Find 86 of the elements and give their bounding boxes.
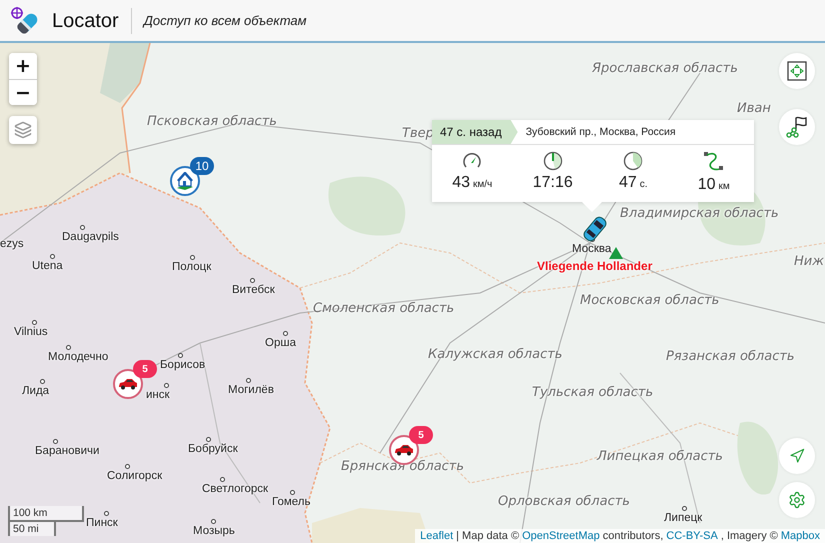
app-title: Locator — [52, 8, 132, 34]
city-dot — [50, 254, 55, 259]
app-subtitle: Доступ ко всем объектам — [144, 13, 307, 28]
route-icon — [702, 151, 725, 173]
scale-imperial: 50 mi — [8, 520, 56, 536]
city-dot — [32, 320, 37, 325]
city-dot — [53, 439, 58, 444]
city-label: Vilnius — [14, 325, 48, 340]
region-label: Смоленская область — [313, 301, 454, 316]
attribution-text: | Map data © — [456, 530, 520, 542]
city-dot — [220, 477, 225, 482]
city-dot — [190, 255, 195, 260]
city-label: Могилёв — [228, 383, 274, 398]
zoom-out-button[interactable]: − — [9, 79, 37, 105]
stat-value: 10 км — [698, 176, 730, 194]
region-label: Московская область — [580, 293, 720, 308]
layers-button[interactable] — [9, 116, 37, 144]
city-label: Барановичи — [35, 444, 100, 459]
city-label: Москва — [572, 242, 612, 257]
attribution-link[interactable]: Leaflet — [420, 530, 454, 542]
city-dot — [211, 519, 216, 524]
settings-icon — [788, 491, 806, 509]
city-dot — [206, 437, 211, 442]
region-label: Владимирская область — [620, 206, 779, 221]
flag-route-icon — [785, 115, 809, 139]
region-label: Липецкая область — [597, 449, 723, 464]
city-label: Daugavpils — [62, 230, 119, 245]
car-icon — [118, 378, 138, 390]
region-label: Калужская область — [428, 347, 562, 362]
car-icon — [394, 444, 414, 456]
city-label: Орша — [265, 336, 296, 351]
city-dot — [246, 378, 251, 383]
city-label: Полоцк — [172, 260, 212, 275]
city-label: Utena — [32, 259, 63, 274]
city-dot — [250, 278, 255, 283]
time-ago: 47 с. назад — [432, 120, 518, 144]
region-label: Псковская область — [147, 114, 277, 129]
zoom-in-button[interactable]: + — [9, 53, 37, 79]
attribution-link[interactable]: CC-BY-SA — [666, 530, 718, 542]
attribution-link[interactable]: OpenStreetMap — [522, 530, 600, 542]
city-dot — [125, 464, 130, 469]
city-label: Борисов — [160, 358, 206, 373]
region-label: Иван — [737, 101, 771, 116]
stat-value: 17:16 — [532, 174, 573, 192]
city-dot — [164, 383, 169, 388]
region-label: Ниж — [794, 254, 824, 269]
city-dot — [66, 345, 71, 350]
region-label: Брянская область — [341, 459, 464, 474]
city-label: Лида — [22, 384, 50, 399]
region-label: Тульская область — [532, 385, 654, 400]
city-dot — [283, 331, 288, 336]
city-label: Молодечно — [48, 350, 108, 365]
city-dot — [40, 379, 45, 384]
fit-bounds-icon — [787, 61, 807, 81]
clock-icon — [542, 151, 563, 171]
city-label: инск — [146, 388, 170, 403]
city-dot — [104, 511, 109, 516]
city-label: Липецк — [664, 511, 702, 526]
city-label: ezys — [0, 237, 24, 252]
city-label: Мозырь — [193, 524, 235, 539]
stat-value: 47 с. — [618, 174, 648, 192]
house-icon — [175, 172, 195, 190]
stat-value: 43 км/ч — [452, 174, 492, 192]
city-label: Гомель — [272, 495, 310, 510]
city-dot — [178, 353, 183, 358]
city-label: Солигорск — [107, 469, 162, 484]
city-label: Пинск — [86, 516, 118, 531]
attribution-text: contributors, — [602, 530, 664, 542]
vehicle-name: Vliegende Hollander — [537, 259, 652, 273]
address-text: Зубовский пр., Москва, Россия — [526, 126, 676, 138]
navigate-icon — [789, 448, 805, 464]
region-label: Рязанская область — [666, 349, 795, 364]
city-dot — [290, 490, 295, 495]
city-dot — [682, 506, 687, 511]
region-label: Ярославская область — [592, 61, 738, 76]
logo-icon — [10, 6, 40, 36]
region-label: Орловская область — [498, 494, 630, 509]
city-label: Светлогорск — [202, 482, 268, 497]
city-label: Витебск — [232, 283, 275, 298]
scale-metric: 100 km — [8, 506, 84, 522]
attribution-link[interactable]: Mapbox — [780, 530, 820, 542]
city-label: Бобруйск — [188, 442, 238, 457]
pie-icon — [623, 151, 644, 171]
city-dot — [80, 225, 85, 230]
attribution-text: , Imagery © — [720, 530, 778, 542]
layers-icon — [14, 121, 32, 139]
